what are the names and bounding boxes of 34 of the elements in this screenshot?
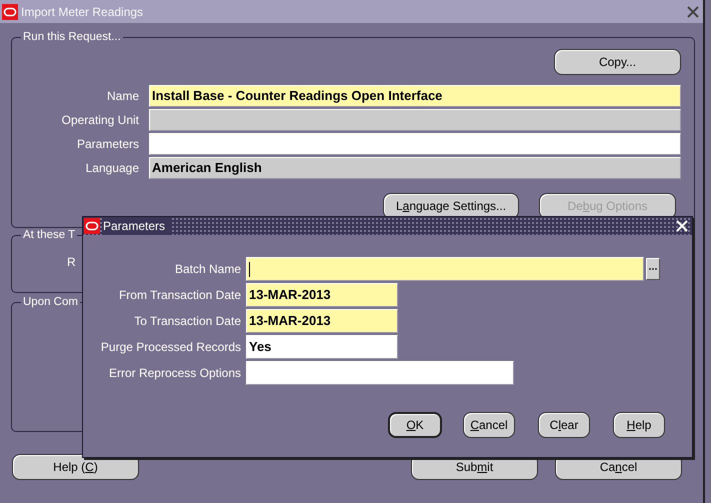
app-icon xyxy=(2,4,18,20)
field-label: Batch Name xyxy=(174,261,242,278)
group-title: Upon Com xyxy=(22,297,79,308)
input-field[interactable] xyxy=(246,361,514,385)
group-title: At these T xyxy=(22,230,76,242)
field-label: Error Reprocess Options xyxy=(108,365,242,382)
field-label: Purge Processed Records xyxy=(100,339,242,356)
field-label: R xyxy=(67,254,76,270)
button[interactable]: Language Settings... xyxy=(383,192,519,218)
ellipsis-icon[interactable] xyxy=(646,258,660,280)
field-label: From Transaction Date xyxy=(118,287,242,304)
app-icon xyxy=(84,218,100,234)
button[interactable]: Help xyxy=(613,412,665,438)
window-title: Import Meter Readings xyxy=(21,4,144,20)
button[interactable]: OK xyxy=(388,412,442,438)
button[interactable]: Cancel xyxy=(463,412,515,438)
input-field[interactable]: American English xyxy=(149,156,681,178)
field-label: Name xyxy=(106,88,140,104)
dialog-title: Parameters xyxy=(103,217,172,235)
field-label: Language xyxy=(84,160,140,176)
input-field[interactable]: Yes xyxy=(246,335,398,359)
input-field[interactable]: 13-MAR-2013 xyxy=(246,309,398,333)
input-field[interactable]: Install Base - Counter Readings Open Interface xyxy=(149,84,681,106)
input-field[interactable] xyxy=(246,257,644,281)
field-label: Parameters xyxy=(76,136,140,152)
group-title: Run this Request... xyxy=(22,32,122,44)
button[interactable]: Clear xyxy=(538,412,590,438)
button[interactable]: Help (C) xyxy=(12,454,139,480)
input-field[interactable] xyxy=(149,132,681,154)
input-field[interactable] xyxy=(149,108,681,130)
field-label: Operating Unit xyxy=(60,112,140,128)
field-label: To Transaction Date xyxy=(133,313,242,330)
button[interactable]: Copy... xyxy=(554,48,681,74)
input-field[interactable]: 13-MAR-2013 xyxy=(246,283,398,307)
